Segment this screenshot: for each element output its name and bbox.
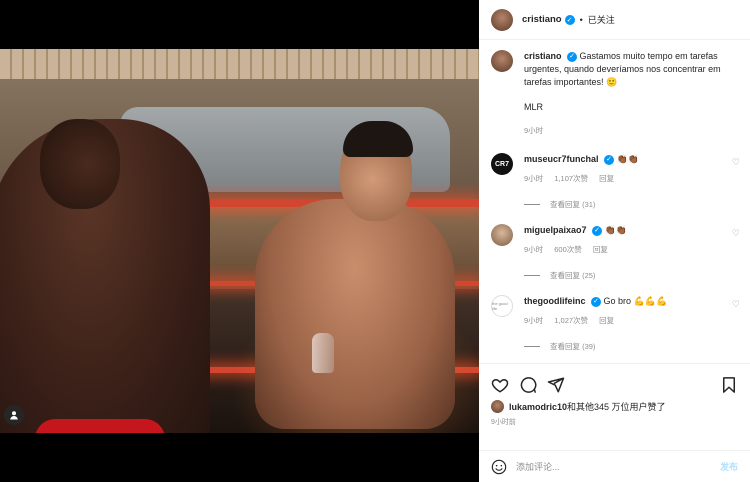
reply-button[interactable]: 回复 [599, 316, 614, 325]
comment-likes[interactable]: 1,027次赞 [554, 316, 588, 325]
heart-icon[interactable]: ♡ [732, 157, 740, 168]
likes-summary: lukamodric10 和其他345 万位用户赞了 [479, 396, 750, 413]
heart-icon[interactable]: ♡ [732, 299, 740, 310]
likes-count-text[interactable]: 和其他345 万位用户赞了 [567, 400, 666, 413]
red-shorts [35, 419, 165, 433]
verified-badge-icon: ✓ [564, 14, 575, 25]
view-replies-button[interactable]: 查看回复 (25) [524, 270, 738, 281]
comment-input[interactable] [516, 461, 720, 472]
author-username[interactable]: cristiano [522, 14, 562, 25]
separator-dot: • [579, 14, 583, 25]
liker-username[interactable]: lukamodric10 [509, 402, 567, 412]
commenter-avatar[interactable] [491, 224, 513, 246]
comment-item: CR7 museucr7funchal ✓ 👏🏾👏🏾 9小时 1,107次赞 回… [491, 153, 740, 185]
comments-list[interactable]: cristiano ✓ Gastamos muito tempo em tare… [479, 40, 750, 364]
seated-man-left-head [40, 119, 120, 209]
commenter-avatar[interactable]: the good life [491, 295, 513, 317]
verified-badge-icon: ✓ [591, 296, 602, 307]
reply-button[interactable]: 回复 [599, 174, 614, 183]
comment-time[interactable]: 9小时 [524, 316, 543, 325]
heart-icon[interactable]: ♡ [732, 228, 740, 239]
commenter-username[interactable]: thegoodlifeinc [524, 296, 586, 306]
post-photo[interactable] [0, 49, 479, 433]
view-replies-button[interactable]: 查看回复 (39) [524, 341, 738, 352]
commenter-username[interactable]: museucr7funchal [524, 154, 599, 164]
post-comment-button[interactable]: 发布 [720, 460, 738, 473]
user-tag-icon[interactable] [4, 405, 24, 425]
comment-text: 👏🏾👏🏾 [616, 154, 639, 164]
author-avatar[interactable] [491, 50, 513, 72]
view-replies-label: 查看回复 (39) [550, 342, 596, 351]
comment-likes[interactable]: 600次赞 [554, 245, 582, 254]
comment-text: Go bro 💪💪💪 [603, 296, 668, 306]
comment-item: miguelpaixao7 ✓ 👏🏾👏🏾 9小时 600次赞 回复 ♡ [491, 224, 740, 256]
caption-item: cristiano ✓ Gastamos muito tempo em tare… [491, 50, 738, 137]
seated-man-right [255, 199, 455, 429]
add-comment-bar: 发布 [479, 450, 750, 482]
view-replies-label: 查看回复 (31) [550, 200, 596, 209]
post-header: cristiano ✓ • 已关注 [479, 0, 750, 40]
water-bottle [312, 333, 334, 373]
commenter-username[interactable]: miguelpaixao7 [524, 225, 587, 235]
commenter-avatar[interactable]: CR7 [491, 153, 513, 175]
verified-badge-icon: ✓ [567, 51, 578, 62]
reply-button[interactable]: 回复 [593, 245, 608, 254]
verified-badge-icon: ✓ [592, 225, 603, 236]
view-replies-label: 查看回复 (25) [550, 271, 596, 280]
caption-time[interactable]: 9小时 [524, 126, 543, 135]
comment-icon[interactable] [519, 376, 537, 394]
caption-signature: MLR [524, 102, 544, 112]
post-details-panel: cristiano ✓ • 已关注 cristiano ✓ Gastamos m… [479, 0, 750, 482]
caption-username[interactable]: cristiano [524, 51, 562, 61]
verified-badge-icon: ✓ [604, 154, 615, 165]
comment-likes[interactable]: 1,107次赞 [554, 174, 588, 183]
comment-item: the good life thegoodlifeinc ✓ Go bro 💪💪… [491, 295, 740, 327]
view-replies-button[interactable]: 查看回复 (31) [524, 199, 738, 210]
heart-icon[interactable] [491, 376, 509, 394]
action-bar [479, 364, 750, 396]
emoji-icon[interactable] [491, 459, 507, 475]
comment-time[interactable]: 9小时 [524, 174, 543, 183]
comment-text: 👏🏾👏🏾 [604, 225, 627, 235]
comment-time[interactable]: 9小时 [524, 245, 543, 254]
post-media-panel [0, 0, 479, 482]
sauna-ceiling-slats [0, 49, 479, 79]
author-avatar[interactable] [491, 8, 513, 31]
post-timestamp[interactable]: 9小时前 [479, 413, 750, 427]
liker-avatar[interactable] [491, 400, 504, 413]
bookmark-icon[interactable] [720, 376, 738, 394]
share-icon[interactable] [547, 376, 565, 394]
follow-status-button[interactable]: 已关注 [588, 13, 615, 26]
